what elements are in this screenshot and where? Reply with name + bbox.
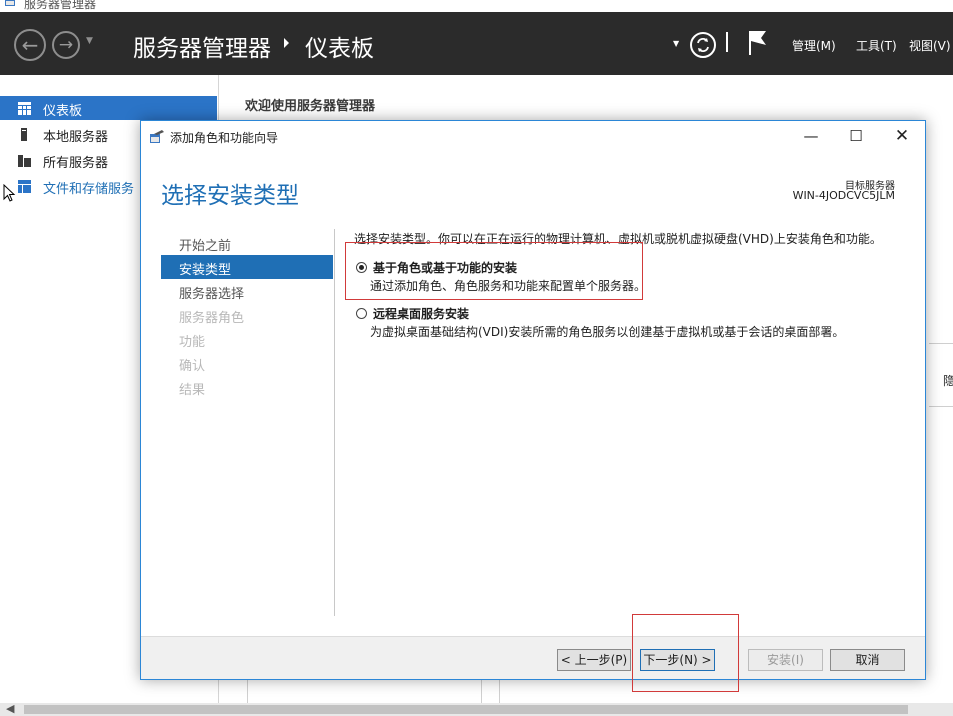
mouse-cursor-icon (3, 184, 16, 202)
breadcrumb-root: 服务器管理器 (133, 36, 271, 62)
scroll-left-icon[interactable]: ◀ (6, 702, 14, 715)
install-button: 安装(I) (748, 649, 823, 671)
add-roles-wizard-dialog: 添加角色和功能向导 — ☐ ✕ 选择安装类型 目标服务器 WIN-4JODCVC… (140, 120, 926, 680)
sidebar-item-dashboard[interactable]: 仪表板 (0, 96, 217, 120)
grid-line (499, 680, 500, 703)
option-remote-desktop-title[interactable]: 远程桌面服务安装 (373, 305, 469, 322)
horizontal-scrollbar[interactable]: ◀ (0, 702, 953, 716)
back-arrow-icon: ← (21, 33, 39, 57)
wizard-icon (150, 130, 164, 143)
step-installation-type[interactable]: 安装类型 (161, 255, 333, 279)
menu-view[interactable]: 视图(V) (909, 37, 951, 54)
step-server-roles: 服务器角色 (161, 303, 333, 327)
step-before-you-begin[interactable]: 开始之前 (161, 231, 333, 255)
step-label: 安装类型 (179, 263, 232, 278)
app-header: ← → ▼ 服务器管理器 仪表板 ▼ 管理(M) 工具(T) 视图(V) (0, 12, 953, 75)
server-icon (21, 128, 27, 141)
sidebar-item-label: 本地服务器 (43, 130, 109, 145)
storage-icon (18, 180, 31, 193)
menu-tools[interactable]: 工具(T) (856, 37, 897, 54)
step-server-selection[interactable]: 服务器选择 (161, 279, 333, 303)
refresh-icon[interactable] (689, 31, 717, 59)
dashboard-icon (18, 102, 31, 115)
step-label: 确认 (179, 359, 206, 374)
minimize-icon[interactable]: — (903, 0, 915, 6)
cancel-button[interactable]: 取消 (830, 649, 905, 671)
app-titlebar: 服务器管理器 — (0, 0, 953, 12)
window-title: 服务器管理器 (24, 0, 97, 11)
highlight-box (632, 614, 739, 692)
grid-line (247, 680, 248, 703)
dialog-titlebar: 添加角色和功能向导 — ☐ ✕ (141, 121, 925, 151)
sidebar-item-label: 仪表板 (43, 104, 83, 119)
step-results: 结果 (161, 375, 333, 399)
close-icon[interactable]: ✕ (882, 125, 922, 147)
sidebar-item-label: 文件和存储服务 (43, 182, 135, 197)
step-label: 服务器角色 (179, 311, 245, 326)
previous-button[interactable]: < 上一步(P) (557, 649, 631, 671)
history-dropdown-icon[interactable]: ▼ (86, 36, 93, 46)
header-separator (726, 32, 728, 52)
breadcrumb-separator-icon (284, 38, 289, 48)
dialog-footer: < 上一步(P) 下一步(N) > 安装(I) 取消 (141, 636, 925, 679)
steps-divider (334, 229, 335, 616)
back-button[interactable]: ← (14, 29, 46, 61)
refresh-dropdown-icon[interactable]: ▼ (673, 39, 679, 48)
tile-edge (929, 343, 953, 407)
step-label: 服务器选择 (179, 287, 245, 302)
page-title: 选择安装类型 (161, 183, 299, 209)
step-features: 功能 (161, 327, 333, 351)
forward-arrow-icon: → (58, 35, 74, 55)
breadcrumb-current: 仪表板 (305, 36, 374, 62)
target-server-name: WIN-4JODCVC5JLM (792, 189, 895, 202)
step-label: 开始之前 (179, 239, 232, 254)
step-label: 功能 (179, 335, 206, 350)
servers-icon (18, 155, 31, 167)
option-remote-desktop-desc: 为虚拟桌面基础结构(VDI)安装所需的角色服务以创建基于虚拟机或基于会话的桌面部… (370, 325, 845, 339)
dialog-title: 添加角色和功能向导 (170, 131, 279, 145)
menu-manage[interactable]: 管理(M) (792, 37, 836, 54)
step-label: 结果 (179, 383, 206, 398)
notifications-flag-icon[interactable] (747, 29, 769, 57)
forward-button[interactable]: → (52, 31, 80, 59)
maximize-icon[interactable]: ☐ (836, 125, 876, 147)
radio-remote-desktop-install[interactable] (356, 308, 367, 319)
grid-line (481, 680, 482, 703)
scrollbar-thumb[interactable] (24, 705, 908, 714)
highlight-box (345, 242, 643, 300)
minimize-icon[interactable]: — (791, 125, 831, 147)
welcome-heading: 欢迎使用服务器管理器 (245, 99, 376, 114)
step-confirmation: 确认 (161, 351, 333, 375)
sidebar-item-label: 所有服务器 (43, 156, 109, 171)
server-manager-icon (5, 0, 15, 6)
